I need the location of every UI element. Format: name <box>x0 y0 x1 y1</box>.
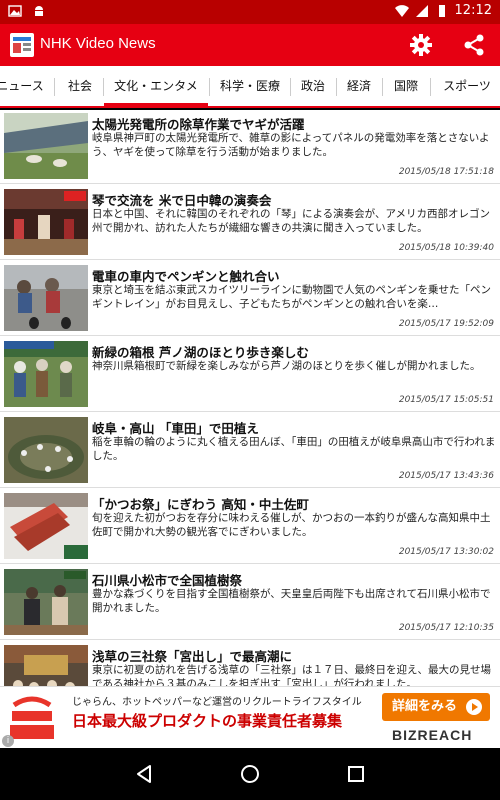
news-timestamp: 2015/05/17 12:10:35 <box>398 623 494 633</box>
ad-info-icon[interactable]: i <box>2 735 14 747</box>
news-description: 旬を迎えた初がつおを存分に味わえる催しが、かつおの一本釣りが盛んな高知県中土佐町… <box>92 512 491 538</box>
battery-icon <box>438 4 445 17</box>
list-item[interactable]: 琴で交流を 米で日中韓の演奏会 日本と中国、それに韓国のそれぞれの「琴」による演… <box>0 186 500 260</box>
tab-politics[interactable]: 政治 <box>292 66 334 106</box>
tab-society[interactable]: 社会 <box>58 66 102 106</box>
list-item[interactable]: 浅草の三社祭「宮出し」で最高潮に 東京に初夏の訪れを告げる浅草の「三社祭」は１７… <box>0 642 500 686</box>
news-list: 太陽光発電所の除草作業でヤギが活躍 岐阜県神戸町の太陽光発電所で、雑草の影によっ… <box>0 110 500 686</box>
app-title: NHK Video News <box>40 35 156 52</box>
ad-details-label: 詳細をみる <box>392 699 458 714</box>
share-icon[interactable] <box>461 32 487 58</box>
recents-square-icon[interactable] <box>344 762 368 786</box>
category-tabs: ニュース 社会 文化・エンタメ 科学・医療 政治 経済 国際 スポーツ <box>0 66 500 108</box>
news-thumbnail <box>4 341 88 407</box>
system-nav-bar <box>0 748 500 800</box>
play-icon <box>466 699 482 715</box>
status-bar: 12:12 <box>0 0 500 24</box>
image-notification-icon <box>8 5 22 17</box>
ad-banner[interactable]: じゃらん、ホットペッパーなど運営のリクルートライフスタイル 日本最大級プロダクト… <box>0 686 500 748</box>
news-description: 岐阜県神戸町の太陽光発電所で、雑草の影によってパネルの発電効率を落とさないよう、… <box>92 132 490 158</box>
news-timestamp: 2015/05/17 13:43:36 <box>398 471 494 481</box>
news-thumbnail <box>4 265 88 331</box>
news-timestamp: 2015/05/17 19:52:09 <box>398 319 494 329</box>
ad-headline: 日本最大級プロダクトの事業責任者募集 <box>72 712 343 730</box>
list-item[interactable]: 石川県小松市で全国植樹祭 豊かな森づくりを目指す全国植樹祭が、天皇皇后両陛下も出… <box>0 566 500 640</box>
news-timestamp: 2015/05/18 17:51:18 <box>398 167 494 177</box>
news-description: 日本と中国、それに韓国のそれぞれの「琴」による演奏会が、アメリカ西部オレゴン州で… <box>92 208 490 234</box>
list-item[interactable]: 新緑の箱根 芦ノ湖のほとり歩き楽しむ 神奈川県箱根町で新緑を楽しみながら芦ノ湖の… <box>0 338 500 412</box>
tab-science-medicine[interactable]: 科学・医療 <box>212 66 288 106</box>
list-item[interactable]: 太陽光発電所の除草作業でヤギが活躍 岐阜県神戸町の太陽光発電所で、雑草の影によっ… <box>0 110 500 184</box>
tab-culture-entertainment[interactable]: 文化・エンタメ <box>104 66 208 106</box>
home-circle-icon[interactable] <box>238 762 262 786</box>
tab-international[interactable]: 国際 <box>384 66 428 106</box>
ad-brand: BIZREACH <box>392 727 473 743</box>
news-thumbnail <box>4 189 88 255</box>
status-time: 12:12 <box>454 3 492 18</box>
news-description: 東京と埼玉を結ぶ東武スカイツリーラインに動物園で人気のペンギンを乗せた「ペンギン… <box>92 284 491 310</box>
news-thumbnail <box>4 113 88 179</box>
back-triangle-icon[interactable] <box>132 762 156 786</box>
news-timestamp: 2015/05/17 15:05:51 <box>398 395 494 405</box>
hot-pepper-logo <box>4 691 60 743</box>
tab-economy[interactable]: 経済 <box>338 66 380 106</box>
android-icon <box>35 6 43 16</box>
tab-sports[interactable]: スポーツ <box>434 66 500 106</box>
list-item[interactable]: 「かつお祭」にぎわう 高知・中土佐町 旬を迎えた初がつおを存分に味わえる催しが、… <box>0 490 500 564</box>
news-description: 稲を車輪の輪のように丸く植える田んぼ、「車田」の田植えが岐阜県高山市で行われまし… <box>92 436 496 462</box>
app-logo-icon <box>10 33 34 57</box>
gear-icon[interactable] <box>408 32 434 58</box>
ad-subtext: じゃらん、ホットペッパーなど運営のリクルートライフスタイル <box>72 697 362 708</box>
app-bar: NHK Video News <box>0 24 500 66</box>
news-thumbnail <box>4 493 88 559</box>
signal-icon <box>415 4 428 17</box>
news-thumbnail <box>4 569 88 635</box>
news-timestamp: 2015/05/17 13:30:02 <box>398 547 494 557</box>
news-description: 東京に初夏の訪れを告げる浅草の「三社祭」は１７日、最終日を迎え、最大の見せ場であ… <box>92 664 491 686</box>
list-item[interactable]: 電車の車内でペンギンと触れ合い 東京と埼玉を結ぶ東武スカイツリーラインに動物園で… <box>0 262 500 336</box>
news-timestamp: 2015/05/18 10:39:40 <box>398 243 494 253</box>
news-thumbnail <box>4 645 88 686</box>
news-description: 豊かな森づくりを目指す全国植樹祭が、天皇皇后両陛下も出席されて石川県小松市で開か… <box>92 588 491 614</box>
news-thumbnail <box>4 417 88 483</box>
list-item[interactable]: 岐阜・高山 「車田」で田植え 稲を車輪の輪のように丸く植える田んぼ、「車田」の田… <box>0 414 500 488</box>
tab-news[interactable]: ニュース <box>0 66 48 106</box>
wifi-icon <box>394 4 409 17</box>
news-description: 神奈川県箱根町で新緑を楽しみながら芦ノ湖のほとりを歩く催しが開かれました。 <box>92 360 481 372</box>
ad-details-button[interactable]: 詳細をみる <box>382 693 490 721</box>
